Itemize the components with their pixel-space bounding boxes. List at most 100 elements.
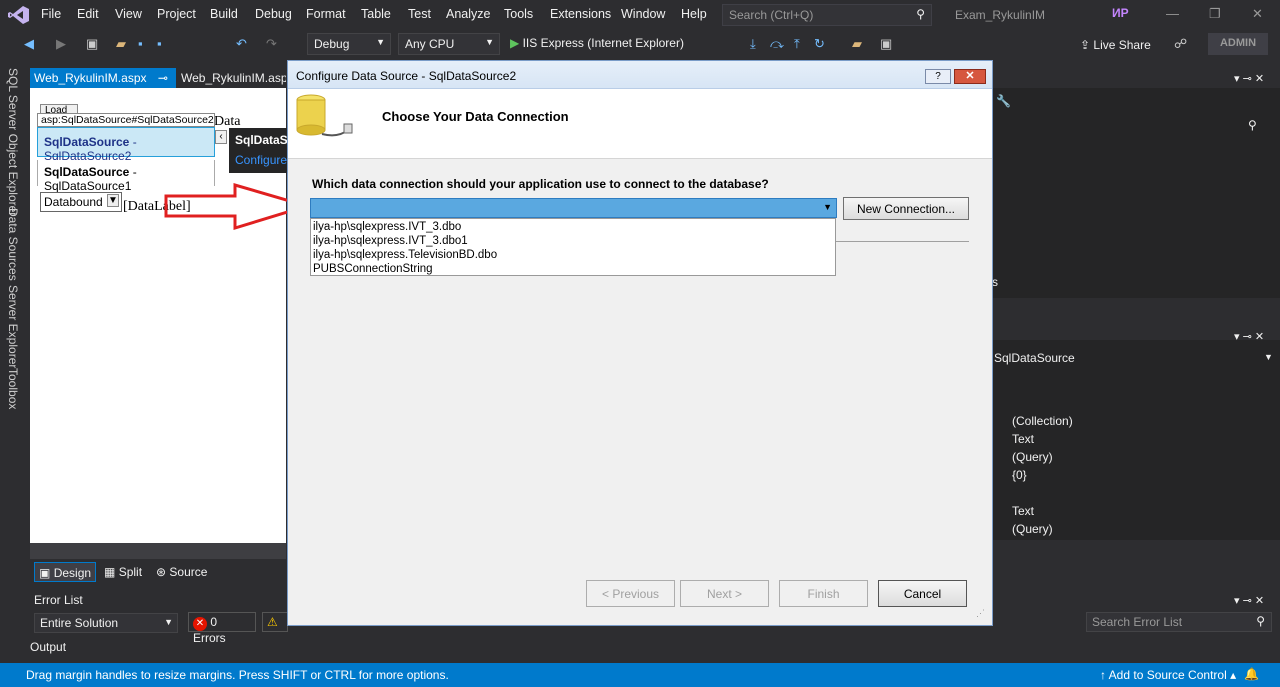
- menu-file[interactable]: File: [41, 7, 61, 21]
- next-button[interactable]: Next >: [680, 580, 769, 607]
- menu-window[interactable]: Window: [621, 7, 665, 21]
- menu-table[interactable]: Table: [361, 7, 391, 21]
- warnings-filter-button[interactable]: ⚠: [262, 612, 288, 632]
- resize-grip-icon[interactable]: ⋰: [976, 608, 985, 619]
- new-project-icon[interactable]: ▣: [86, 36, 98, 52]
- design-view-button[interactable]: ▣ Design: [34, 562, 97, 582]
- tab-web-aspx[interactable]: Web_RykulinIM.aspx ⊸ ✕: [30, 68, 176, 99]
- avatar[interactable]: ИР: [1112, 6, 1129, 20]
- previous-button[interactable]: < Previous: [586, 580, 675, 607]
- quick-search-input[interactable]: Search (Ctrl+Q) ⚲: [722, 4, 932, 26]
- add-to-source-control-button[interactable]: ↑ Add to Source Control ▴: [1100, 668, 1236, 682]
- split-view-button[interactable]: ▦ Split: [100, 562, 146, 582]
- folder-icon[interactable]: ▰: [852, 36, 862, 52]
- connection-option[interactable]: ilya-hp\sqlexpress.IVT_3.dbo: [313, 220, 833, 234]
- menu-extensions[interactable]: Extensions: [550, 7, 611, 21]
- step-into-icon[interactable]: ⤓: [750, 36, 756, 52]
- live-share-button[interactable]: ⇪ Live Share: [1080, 38, 1151, 52]
- menu-build[interactable]: Build: [210, 7, 238, 21]
- menu-project[interactable]: Project: [157, 7, 196, 21]
- configure-data-source-link[interactable]: Configure Data Source...: [235, 153, 287, 167]
- tab-web-aspx-label: Web_RykulinIM.aspx: [34, 71, 147, 85]
- help-button[interactable]: ?: [925, 69, 951, 84]
- menu-tools[interactable]: Tools: [504, 7, 533, 21]
- pin-icon[interactable]: ⊸: [158, 71, 168, 85]
- platform-value: Any CPU: [405, 37, 455, 51]
- live-share-label: Live Share: [1093, 38, 1151, 52]
- wrench-icon[interactable]: 🔧: [996, 94, 1011, 108]
- source-label: Source: [169, 565, 208, 579]
- connection-option[interactable]: ilya-hp\sqlexpress.TelevisionBD.dbo: [313, 248, 833, 262]
- back-icon[interactable]: ◀: [24, 36, 34, 52]
- menu-view[interactable]: View: [115, 7, 142, 21]
- tab-server-explorer[interactable]: Server Explorer: [6, 285, 20, 368]
- dialog-title: Configure Data Source - SqlDataSource2: [288, 61, 992, 89]
- property-value[interactable]: Text: [1012, 504, 1034, 518]
- configuration-value: Debug: [314, 37, 350, 51]
- close-icon[interactable]: ✕: [1252, 6, 1263, 22]
- designer-horizontal-scrollbar[interactable]: [30, 543, 286, 559]
- tasks-title: SqlDataSource Tasks: [235, 133, 287, 147]
- errors-filter-button[interactable]: ✕ 0 Errors: [188, 612, 256, 645]
- open-folder-icon[interactable]: ▰: [116, 36, 126, 52]
- connection-option[interactable]: PUBSConnectionString: [313, 262, 833, 276]
- arrow-up-icon: ↑: [1100, 668, 1106, 682]
- tab-sql-server-object-explorer[interactable]: SQL Server Object Explorer: [6, 68, 20, 216]
- menu-format[interactable]: Format: [306, 7, 346, 21]
- tab-data-sources[interactable]: Data Sources: [6, 208, 20, 281]
- menu-help[interactable]: Help: [681, 7, 707, 21]
- minimize-icon[interactable]: —: [1166, 6, 1179, 21]
- error-list-title: Error List: [34, 593, 83, 607]
- properties-object-name[interactable]: SqlDataSource: [994, 351, 1075, 365]
- smart-tag-chevron-icon[interactable]: ‹: [215, 130, 227, 144]
- databound-dropdown[interactable]: Databound ▼: [40, 192, 122, 212]
- save-all-icon[interactable]: ▪: [157, 36, 162, 51]
- screenshot-icon[interactable]: ▣: [880, 36, 892, 52]
- run-button[interactable]: ▶ IIS Express (Internet Explorer): [510, 36, 684, 50]
- menu-debug[interactable]: Debug: [255, 7, 292, 21]
- menu-analyze[interactable]: Analyze: [446, 7, 490, 21]
- cancel-button[interactable]: Cancel: [878, 580, 967, 607]
- dialog-heading: Choose Your Data Connection: [382, 109, 569, 124]
- chevron-down-icon: ▼: [485, 37, 494, 47]
- redo-icon[interactable]: ↷: [266, 36, 277, 52]
- database-icon: [296, 94, 353, 137]
- source-view-button[interactable]: ⊛ Source: [152, 562, 211, 582]
- configuration-combo[interactable]: Debug ▼: [307, 33, 391, 55]
- new-connection-button[interactable]: New Connection...: [843, 197, 969, 220]
- properties-window-menu-icon[interactable]: ▾ ⊸ ✕: [1234, 330, 1264, 343]
- save-icon[interactable]: ▪: [138, 36, 143, 51]
- tab-toolbox[interactable]: Toolbox: [6, 368, 20, 409]
- step-out-icon[interactable]: ⤒: [794, 36, 800, 52]
- property-value[interactable]: {0}: [1012, 468, 1027, 482]
- menu-edit[interactable]: Edit: [77, 7, 99, 21]
- search-icon[interactable]: ⚲: [1248, 118, 1257, 132]
- refresh-icon[interactable]: ↻: [814, 36, 825, 52]
- dialog-close-button[interactable]: ✕: [954, 69, 986, 84]
- admin-badge[interactable]: ADMIN: [1208, 33, 1268, 55]
- data-connection-combo[interactable]: ▼: [310, 198, 837, 218]
- property-value[interactable]: (Query): [1012, 450, 1053, 464]
- tab-web-aspx-cs[interactable]: Web_RykulinIM.aspx.cs: [178, 68, 286, 88]
- finish-button[interactable]: Finish: [779, 580, 868, 607]
- menu-test[interactable]: Test: [408, 7, 431, 21]
- output-tab[interactable]: Output: [30, 640, 66, 654]
- error-scope-combo[interactable]: Entire Solution ▼: [34, 613, 178, 633]
- property-value[interactable]: Text: [1012, 432, 1034, 446]
- undo-icon[interactable]: ↶: [236, 36, 247, 52]
- connection-option[interactable]: ilya-hp\sqlexpress.IVT_3.dbo1: [313, 234, 833, 248]
- property-value[interactable]: (Collection): [1012, 414, 1073, 428]
- window-menu-icon[interactable]: ▾ ⊸ ✕: [1234, 72, 1264, 85]
- error-list-search-input[interactable]: Search Error List ⚲: [1086, 612, 1272, 632]
- forward-icon[interactable]: ▶: [56, 36, 66, 52]
- chevron-down-icon[interactable]: ▼: [1264, 352, 1273, 362]
- feedback-icon[interactable]: ☍: [1174, 36, 1187, 52]
- step-over-icon[interactable]: ⤼: [770, 36, 784, 52]
- sqldatasource2-control[interactable]: SqlDataSource - SqlDataSource2: [37, 127, 215, 163]
- property-value[interactable]: (Query): [1012, 522, 1053, 536]
- notification-icon[interactable]: 🔔: [1244, 667, 1259, 681]
- platform-combo[interactable]: Any CPU ▼: [398, 33, 500, 55]
- maximize-icon[interactable]: ❐: [1209, 6, 1221, 22]
- error-list-window-menu-icon[interactable]: ▾ ⊸ ✕: [1234, 594, 1264, 607]
- databound-value: Databound: [44, 195, 103, 209]
